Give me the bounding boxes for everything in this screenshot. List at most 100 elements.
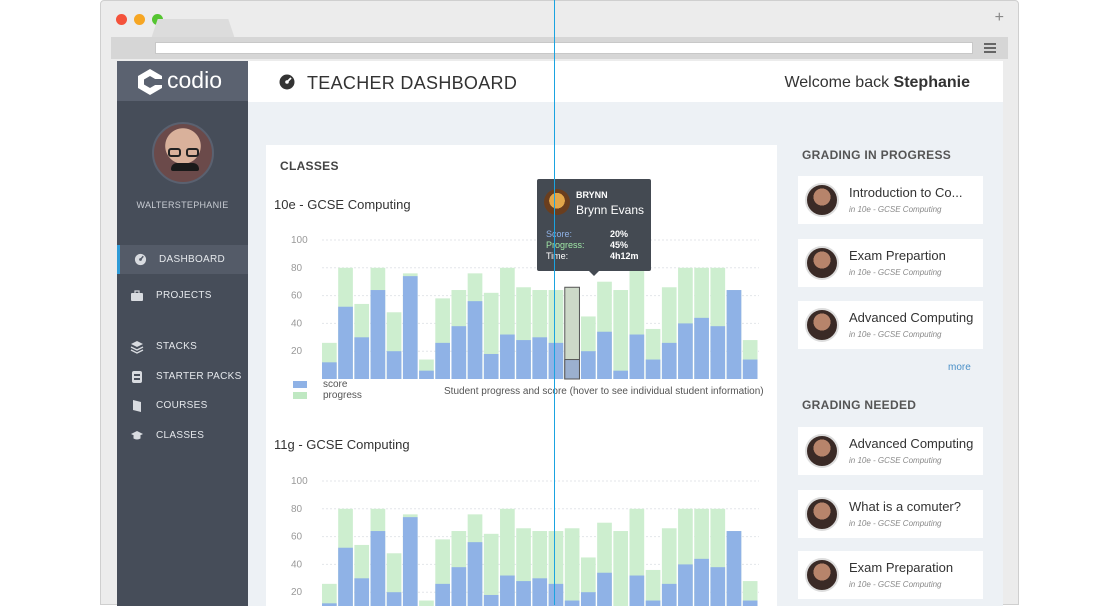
page-title: TEACHER DASHBOARD [307,73,518,93]
assignment-class: in 10e - GCSE Computing [849,205,942,214]
student-avatar [805,246,839,280]
assignment-class: in 10e - GCSE Computing [849,580,942,589]
more-link[interactable]: more [948,362,971,373]
score-bar [467,542,483,606]
sidebar-item-stacks[interactable]: STACKS [117,332,248,361]
grading-card[interactable]: Exam Prepartion in 10e - GCSE Computing [798,239,983,287]
y-tick-label: 40 [291,559,303,570]
student-avatar [805,558,839,592]
chart-legend: score progress [293,379,362,401]
mustache [171,163,199,171]
sidebar-item-projects[interactable]: PROJECTS [117,281,248,310]
score-bar [532,578,548,606]
chart-caption: Student progress and score (hover to see… [444,386,764,397]
progress-bar [564,528,580,606]
assignment-title: Advanced Computing [849,310,974,325]
sidebar-item-starter-packs[interactable]: STARTER PACKS [117,362,248,391]
tooltip-full-name: Brynn Evans [576,203,645,217]
progress-swatch [293,391,307,399]
score-bar [629,575,645,606]
score-bar [370,290,386,379]
score-bar [548,342,564,379]
codio-app: codio WALTERSTEPHANIE DASHBOARD PROJECTS [117,61,1003,606]
score-bar [710,326,726,379]
grading-card[interactable]: What is a comuter? in 10e - GCSE Computi… [798,490,983,538]
tooltip-progress-row: Progress: 45% [546,240,628,250]
tooltip-short-name: BRYNN [576,190,608,200]
student-avatar [805,308,839,342]
class-title[interactable]: 10e - GCSE Computing [274,197,411,212]
legend-progress: progress [293,390,362,401]
assignment-class: in 10e - GCSE Computing [849,330,942,339]
minimize-window-dot[interactable] [134,14,145,25]
score-bar [726,531,742,606]
score-bar [419,370,434,379]
score-bar [451,567,467,606]
y-tick-label: 100 [291,235,308,246]
tooltip-time-value: 4h12m [610,251,639,261]
browser-tab[interactable] [151,19,235,39]
grading-in-progress-heading: GRADING IN PROGRESS [802,148,952,162]
welcome-name: Stephanie [893,74,970,91]
score-bar [516,340,531,379]
sidebar-item-dashboard[interactable]: DASHBOARD [117,245,248,274]
score-bar [548,583,564,606]
score-bar [742,359,758,379]
assignment-title: What is a comuter? [849,499,961,514]
score-swatch [293,380,307,388]
sidebar-item-label: STACKS [156,341,198,352]
score-bar [402,517,418,606]
score-bar [516,581,531,606]
guide-line [554,0,555,605]
address-input[interactable] [155,42,973,54]
y-tick-label: 100 [291,476,308,487]
close-window-dot[interactable] [116,14,127,25]
score-bar [661,583,677,606]
sidebar-item-courses[interactable]: COURSES [117,391,248,420]
student-avatar [805,497,839,531]
sidebar-item-classes[interactable]: CLASSES [117,421,248,450]
assignment-title: Advanced Computing [849,436,974,451]
assignment-class: in 10e - GCSE Computing [849,519,942,528]
grading-card[interactable]: Introduction to Co... in 10e - GCSE Comp… [798,176,983,224]
score-bar [742,600,758,606]
logo-text: codio [167,67,222,93]
class-progress-chart: 20 40 60 80 100 [291,476,759,606]
sidebar-item-label: DASHBOARD [159,254,226,265]
score-bar [726,290,742,379]
score-bar [338,547,353,606]
avatar[interactable] [152,122,214,184]
welcome-message: Welcome back Stephanie [784,74,970,92]
sidebar-item-label: COURSES [156,400,208,411]
score-bar [645,359,661,379]
class-progress-chart: 20 40 60 80 100 [291,235,759,380]
score-bar [597,572,612,606]
tooltip-score-label: Score: [546,229,573,239]
grading-card[interactable]: Exam Preparation in 10e - GCSE Computing [798,551,983,599]
grading-needed-heading: GRADING NEEDED [802,398,917,412]
assignment-title: Exam Prepartion [849,248,946,263]
logo[interactable]: codio [117,61,248,101]
grading-card[interactable]: Advanced Computing in 10e - GCSE Computi… [798,427,983,475]
tooltip-progress-value: 45% [610,240,629,250]
score-bar [386,351,402,379]
y-tick-label: 80 [291,263,303,274]
grading-card[interactable]: Advanced Computing in 10e - GCSE Computi… [798,301,983,349]
score-bar [580,351,596,379]
y-tick-label: 60 [291,291,303,302]
assignment-class: in 10e - GCSE Computing [849,268,942,277]
score-bar [678,323,693,379]
tooltip-time-row: Time: 4h12m [546,251,639,261]
menu-icon[interactable] [984,43,996,53]
codio-logo-icon [138,69,163,95]
new-tab-icon[interactable]: + [995,9,1004,27]
sidebar-item-label: STARTER PACKS [156,371,242,382]
class-title[interactable]: 11g - GCSE Computing [274,437,410,452]
y-tick-label: 80 [291,504,303,515]
student-avatar [805,183,839,217]
score-bar [564,359,580,380]
y-tick-label: 20 [291,587,303,598]
y-tick-label: 40 [291,318,303,329]
dashboard-icon [133,253,147,267]
glasses-left [168,148,181,157]
